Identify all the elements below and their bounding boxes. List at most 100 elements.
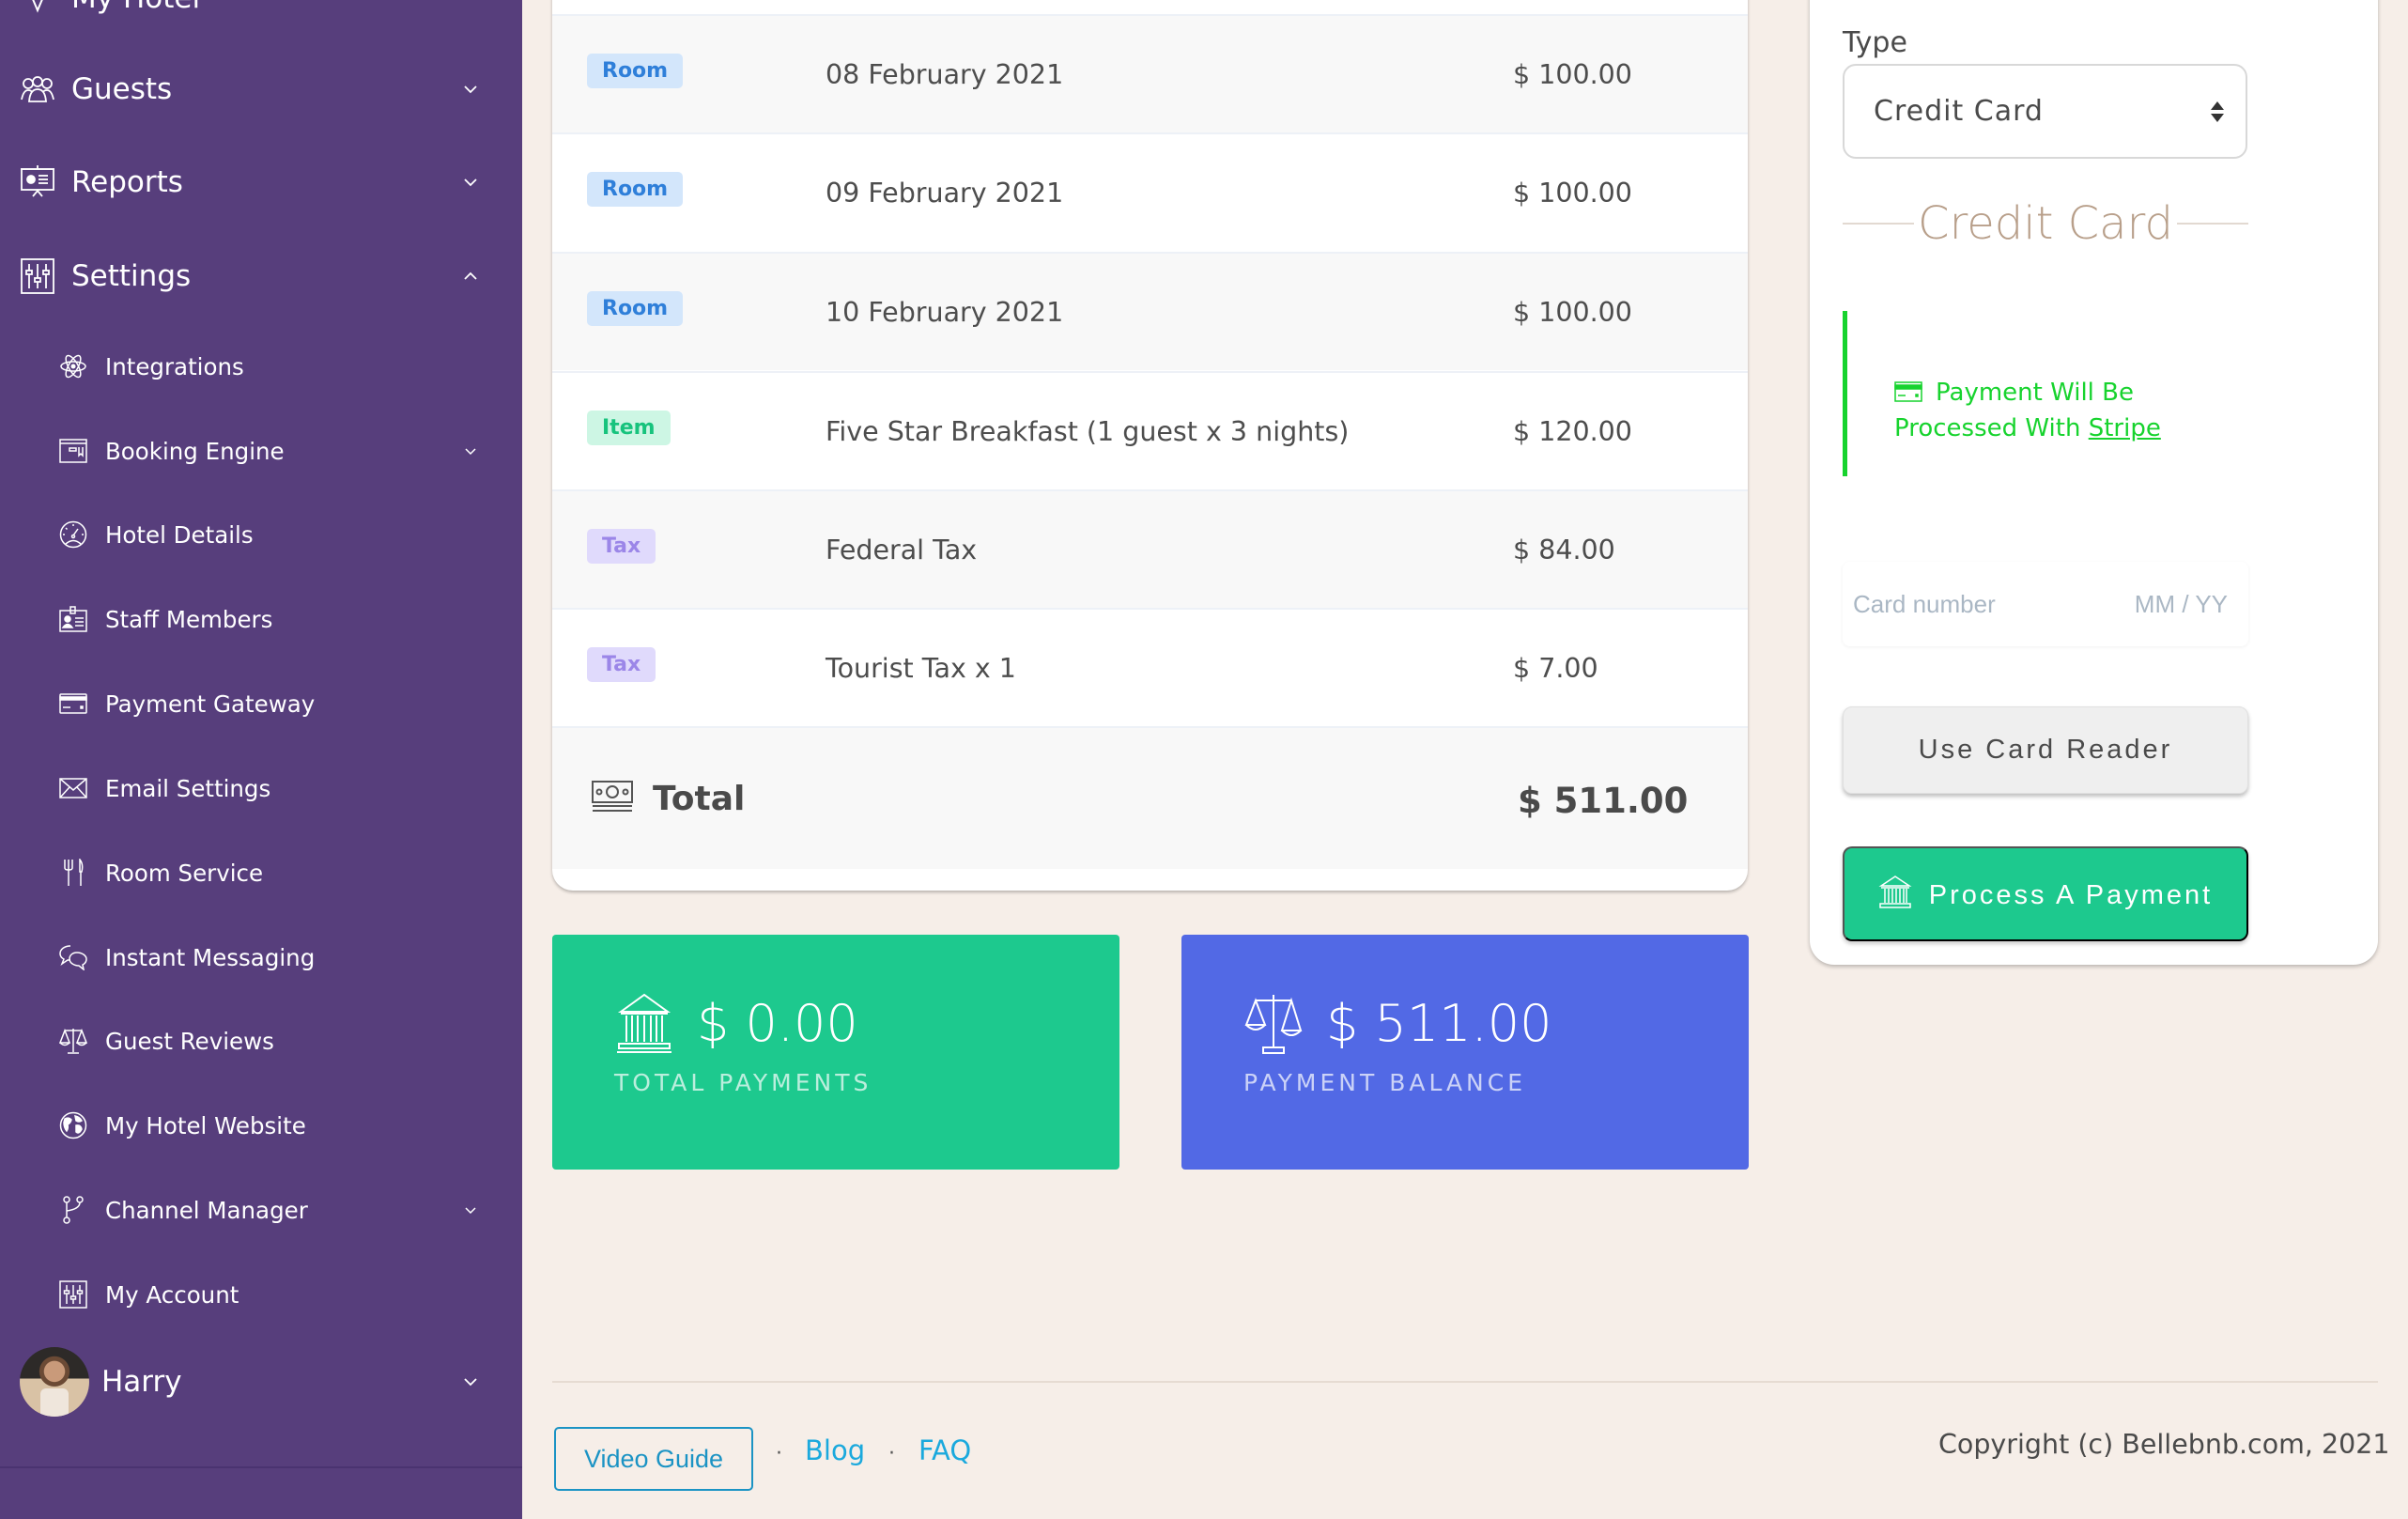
- presentation-icon: [20, 164, 55, 200]
- sidebar-item-reports[interactable]: Reports: [0, 145, 522, 220]
- type-badge: Room: [587, 291, 684, 326]
- cash-icon: [592, 781, 633, 813]
- blog-link[interactable]: Blog: [805, 1434, 865, 1466]
- sidebar-item-channel-manager[interactable]: Channel Manager: [0, 1172, 522, 1248]
- stripe-notice: Payment Will Be Processed With Stripe: [1843, 311, 2248, 476]
- selected-value: Credit Card: [1874, 95, 2044, 128]
- sidebar-item-label: Reports: [71, 165, 183, 199]
- sidebar-item-label: Room Service: [105, 859, 264, 887]
- user-menu[interactable]: Harry: [0, 1344, 522, 1419]
- fork-knife-icon: [59, 859, 87, 887]
- sidebar-item-label: Email Settings: [105, 774, 271, 802]
- faq-link[interactable]: FAQ: [918, 1434, 971, 1466]
- sidebar-item-label: Booking Engine: [105, 437, 285, 465]
- sidebar-item-email-settings[interactable]: Email Settings: [0, 751, 522, 826]
- stripe-link[interactable]: Stripe: [2089, 414, 2161, 442]
- chevron-down-icon[interactable]: [460, 1200, 481, 1220]
- chevron-down-icon[interactable]: [460, 1372, 481, 1392]
- user-name: Harry: [101, 1365, 182, 1399]
- row-description: Federal Tax: [826, 535, 978, 566]
- avatar: [20, 1347, 89, 1417]
- card-number-field[interactable]: Card number MM / YY: [1843, 562, 2248, 646]
- section-heading: Credit Card: [1843, 186, 2248, 261]
- payment-panel: Type Credit Card Credit Card Payment Wil…: [1810, 0, 2378, 965]
- sidebar-item-booking-engine[interactable]: Booking Engine: [0, 413, 522, 488]
- row-amount: $ 7.00: [1513, 653, 1598, 684]
- payment-balance-card: $ 511.00 PAYMENT BALANCE: [1181, 935, 1749, 1170]
- process-payment-label: Process A Payment: [1928, 880, 2214, 910]
- process-payment-button[interactable]: Process A Payment: [1843, 846, 2248, 941]
- chevron-down-icon[interactable]: [460, 79, 481, 100]
- sidebar-item-label: Integrations: [105, 352, 244, 380]
- expiry-placeholder[interactable]: MM / YY: [2135, 562, 2228, 646]
- footer-divider: [552, 1381, 2378, 1383]
- sidebar-item-payment-gateway[interactable]: Payment Gateway: [0, 666, 522, 741]
- sidebar-item-room-service[interactable]: Room Service: [0, 835, 522, 910]
- envelope-icon: [59, 774, 87, 802]
- type-badge: Item: [587, 411, 671, 445]
- scales-icon: [59, 1027, 87, 1055]
- table-row: Room 08 February 2021 $ 100.00: [552, 14, 1748, 132]
- sidebar-item-label: My Hotel Website: [105, 1111, 306, 1139]
- video-guide-button[interactable]: Video Guide: [554, 1427, 753, 1491]
- sidebar-item-staff-members[interactable]: Staff Members: [0, 581, 522, 657]
- card-number-placeholder: Card number: [1853, 590, 1996, 618]
- scales-icon: [1243, 993, 1304, 1055]
- sidebar-item-label: Guests: [71, 72, 173, 106]
- sidebar-item-label: Channel Manager: [105, 1196, 308, 1224]
- browser-window-icon: [59, 437, 87, 465]
- speedometer-icon: [59, 520, 87, 549]
- chevron-down-icon[interactable]: [460, 441, 481, 461]
- credit-card-icon: [1894, 381, 1922, 402]
- sidebar-item-my-hotel[interactable]: My Hotel: [0, 0, 522, 36]
- credit-card-icon: [59, 690, 87, 718]
- row-description: 10 February 2021: [826, 297, 1064, 328]
- total-payments-value: $ 0.00: [697, 994, 858, 1053]
- type-badge: Tax: [587, 529, 656, 564]
- table-row: Room 10 February 2021 $ 100.00: [552, 252, 1748, 370]
- guests-icon: [20, 71, 55, 107]
- sidebar-item-label: Hotel Details: [105, 520, 254, 549]
- sidebar-item-label: Payment Gateway: [105, 690, 316, 718]
- id-badge-icon: [59, 605, 87, 633]
- chevron-down-icon[interactable]: [460, 172, 481, 193]
- chevron-up-icon[interactable]: [460, 266, 481, 287]
- invoice-table: Room 08 February 2021 $ 100.00 Room 09 F…: [552, 0, 1748, 891]
- sidebar-item-my-hotel-website[interactable]: My Hotel Website: [0, 1088, 522, 1163]
- total-amount: $ 511.00: [1518, 781, 1689, 821]
- total-payments-card: $ 0.00 TOTAL PAYMENTS: [552, 935, 1119, 1170]
- payment-balance-value: $ 511.00: [1326, 994, 1552, 1053]
- sidebar-item-label: Staff Members: [105, 605, 273, 633]
- sidebar-item-label: My Account: [105, 1280, 239, 1309]
- use-card-reader-button[interactable]: Use Card Reader: [1843, 706, 2248, 794]
- total-row: Total $ 511.00: [552, 726, 1748, 869]
- table-row: Tax Federal Tax $ 84.00: [552, 489, 1748, 608]
- sidebar: My Hotel Guests Reports: [0, 0, 522, 1519]
- table-row: Room 09 February 2021 $ 100.00: [552, 132, 1748, 251]
- type-badge: Tax: [587, 647, 656, 682]
- bank-icon: [613, 993, 675, 1055]
- row-description: 08 February 2021: [826, 59, 1064, 90]
- branch-icon: [59, 1196, 87, 1224]
- sidebar-item-my-account[interactable]: My Account: [0, 1257, 522, 1332]
- sidebar-item-label: Guest Reviews: [105, 1027, 274, 1055]
- sidebar-item-guest-reviews[interactable]: Guest Reviews: [0, 1003, 522, 1078]
- sidebar-item-hotel-details[interactable]: Hotel Details: [0, 497, 522, 572]
- row-description: 09 February 2021: [826, 178, 1064, 209]
- payment-type-select[interactable]: Credit Card: [1843, 64, 2247, 159]
- sidebar-item-instant-messaging[interactable]: Instant Messaging: [0, 920, 522, 995]
- chat-bubbles-icon: [59, 943, 87, 971]
- sidebar-item-settings[interactable]: Settings: [0, 239, 522, 314]
- select-arrows-icon: [2211, 101, 2224, 122]
- row-description: Tourist Tax x 1: [826, 653, 1016, 684]
- sidebar-item-guests[interactable]: Guests: [0, 52, 522, 127]
- row-amount: $ 84.00: [1513, 535, 1615, 566]
- payment-balance-label: PAYMENT BALANCE: [1243, 1069, 1527, 1096]
- atom-icon: [59, 352, 87, 380]
- bank-icon: [1878, 876, 1912, 909]
- separator: ·: [776, 1442, 782, 1465]
- table-row: Item Five Star Breakfast (1 guest x 3 ni…: [552, 371, 1748, 489]
- total-payments-label: TOTAL PAYMENTS: [614, 1069, 872, 1096]
- sidebar-item-integrations[interactable]: Integrations: [0, 329, 522, 404]
- sidebar-item-label: Instant Messaging: [105, 943, 316, 971]
